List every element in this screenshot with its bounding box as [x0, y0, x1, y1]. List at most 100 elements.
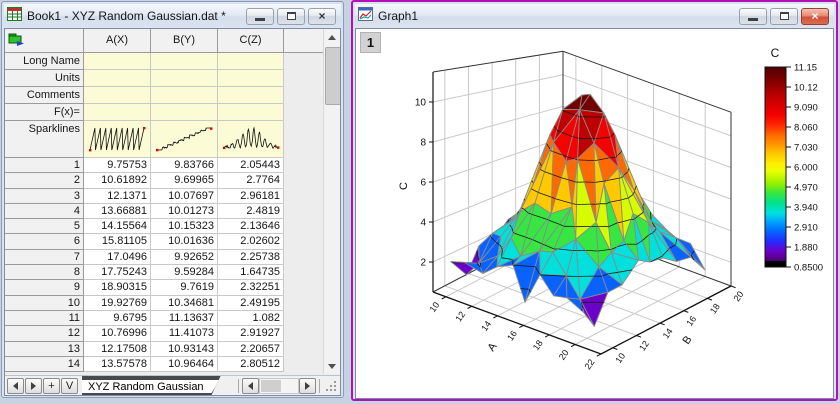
data-cell[interactable]: 2.80512: [218, 357, 284, 372]
property-row-label[interactable]: F(x)=: [5, 104, 84, 121]
data-cell[interactable]: 10.93143: [151, 342, 218, 357]
property-cell[interactable]: [218, 70, 284, 87]
property-cell[interactable]: [151, 70, 218, 87]
data-cell[interactable]: 17.0496: [84, 250, 151, 265]
sheet-tab[interactable]: XYZ Random Gaussian: [82, 376, 221, 395]
data-cell[interactable]: 12.17508: [84, 342, 151, 357]
row-number[interactable]: 6: [5, 234, 84, 249]
row-number[interactable]: 11: [5, 311, 84, 326]
data-cell[interactable]: 2.02602: [218, 234, 284, 249]
row-number[interactable]: 8: [5, 265, 84, 280]
scrollbar-thumb[interactable]: [325, 47, 341, 105]
data-cell[interactable]: 2.7764: [218, 173, 284, 188]
scroll-down-button[interactable]: [324, 358, 340, 374]
3d-surface-plot[interactable]: 24681010121416182022101214161820ABCC11.1…: [356, 29, 833, 395]
row-number[interactable]: 14: [5, 357, 84, 372]
data-cell[interactable]: 9.59284: [151, 265, 218, 280]
row-number[interactable]: 4: [5, 204, 84, 219]
vertical-scrollbar[interactable]: [323, 29, 340, 374]
property-cell[interactable]: [151, 53, 218, 70]
data-cell[interactable]: 10.96464: [151, 357, 218, 372]
data-cell[interactable]: 9.7619: [151, 280, 218, 295]
sparkline-cell[interactable]: [84, 121, 151, 158]
data-cell[interactable]: 9.6795: [84, 311, 151, 326]
data-cell[interactable]: 2.13646: [218, 219, 284, 234]
workbook-titlebar[interactable]: Book1 - XYZ Random Gaussian.dat * ×: [4, 4, 341, 28]
data-cell[interactable]: 2.49195: [218, 296, 284, 311]
scroll-up-button[interactable]: [324, 29, 340, 45]
data-cell[interactable]: 2.96181: [218, 189, 284, 204]
column-header[interactable]: B(Y): [151, 29, 218, 53]
prev-sheet-button[interactable]: [7, 378, 24, 394]
data-cell[interactable]: 9.83766: [151, 158, 218, 173]
data-cell[interactable]: 11.13637: [151, 311, 218, 326]
data-cell[interactable]: 19.92769: [84, 296, 151, 311]
data-cell[interactable]: 10.15323: [151, 219, 218, 234]
property-cell[interactable]: [218, 53, 284, 70]
row-number[interactable]: 1: [5, 158, 84, 173]
layer-badge[interactable]: 1: [360, 32, 381, 53]
row-number[interactable]: 13: [5, 342, 84, 357]
data-cell[interactable]: 1.64735: [218, 265, 284, 280]
property-cell[interactable]: [151, 87, 218, 104]
h-scroll-thumb[interactable]: [261, 380, 281, 392]
resize-grip[interactable]: [325, 379, 338, 393]
row-number[interactable]: 7: [5, 250, 84, 265]
data-cell[interactable]: 10.01273: [151, 204, 218, 219]
row-number[interactable]: 5: [5, 219, 84, 234]
column-header[interactable]: C(Z): [218, 29, 284, 53]
property-row-label[interactable]: Long Name: [5, 53, 84, 70]
data-cell[interactable]: 2.20657: [218, 342, 284, 357]
row-number[interactable]: 10: [5, 296, 84, 311]
sheet-list-button[interactable]: V: [61, 378, 78, 394]
data-cell[interactable]: 10.34681: [151, 296, 218, 311]
data-cell[interactable]: 10.76996: [84, 326, 151, 341]
h-scroll-track[interactable]: [259, 378, 299, 394]
data-cell[interactable]: 13.66881: [84, 204, 151, 219]
property-cell[interactable]: [84, 53, 151, 70]
data-cell[interactable]: 17.75243: [84, 265, 151, 280]
restore-button[interactable]: [277, 8, 305, 25]
data-cell[interactable]: 2.91927: [218, 326, 284, 341]
data-cell[interactable]: 9.69965: [151, 173, 218, 188]
minimize-button[interactable]: [246, 8, 274, 25]
property-cell[interactable]: [218, 104, 284, 121]
graph-titlebar[interactable]: Graph1 ×: [355, 4, 834, 28]
workbook-window[interactable]: Book1 - XYZ Random Gaussian.dat * × A(X)…: [1, 1, 344, 398]
row-number[interactable]: 3: [5, 189, 84, 204]
worksheet-grid[interactable]: A(X)B(Y)C(Z)Long NameUnitsCommentsF(x)=S…: [5, 29, 325, 372]
data-cell[interactable]: 2.32251: [218, 280, 284, 295]
row-number[interactable]: 12: [5, 326, 84, 341]
data-cell[interactable]: 14.15564: [84, 219, 151, 234]
scroll-right-button[interactable]: [299, 378, 316, 394]
sparkline-cell[interactable]: [151, 121, 218, 158]
data-cell[interactable]: 2.25738: [218, 250, 284, 265]
scroll-left-button[interactable]: [242, 378, 259, 394]
data-cell[interactable]: 2.05443: [218, 158, 284, 173]
property-row-label[interactable]: Units: [5, 70, 84, 87]
data-cell[interactable]: 10.01636: [151, 234, 218, 249]
row-number[interactable]: 9: [5, 280, 84, 295]
restore-button[interactable]: [770, 8, 798, 25]
data-cell[interactable]: 9.92652: [151, 250, 218, 265]
property-cell[interactable]: [84, 104, 151, 121]
data-cell[interactable]: 2.4819: [218, 204, 284, 219]
property-row-label[interactable]: Sparklines: [5, 121, 84, 158]
data-cell[interactable]: 9.75753: [84, 158, 151, 173]
row-number[interactable]: 2: [5, 173, 84, 188]
data-cell[interactable]: 10.61892: [84, 173, 151, 188]
minimize-button[interactable]: [739, 8, 767, 25]
data-cell[interactable]: 12.1371: [84, 189, 151, 204]
add-sheet-button[interactable]: +: [43, 378, 60, 394]
horizontal-scrollbar[interactable]: [242, 378, 316, 394]
property-cell[interactable]: [218, 87, 284, 104]
property-row-label[interactable]: Comments: [5, 87, 84, 104]
data-cell[interactable]: 10.07697: [151, 189, 218, 204]
data-cell[interactable]: 15.81105: [84, 234, 151, 249]
data-cell[interactable]: 18.90315: [84, 280, 151, 295]
graph-window[interactable]: Graph1 × 2468101012141618202210121416182…: [351, 0, 838, 401]
worksheet-organizer-cell[interactable]: [5, 29, 84, 53]
sparkline-cell[interactable]: [218, 121, 284, 158]
close-button[interactable]: ×: [308, 8, 336, 25]
property-cell[interactable]: [84, 87, 151, 104]
